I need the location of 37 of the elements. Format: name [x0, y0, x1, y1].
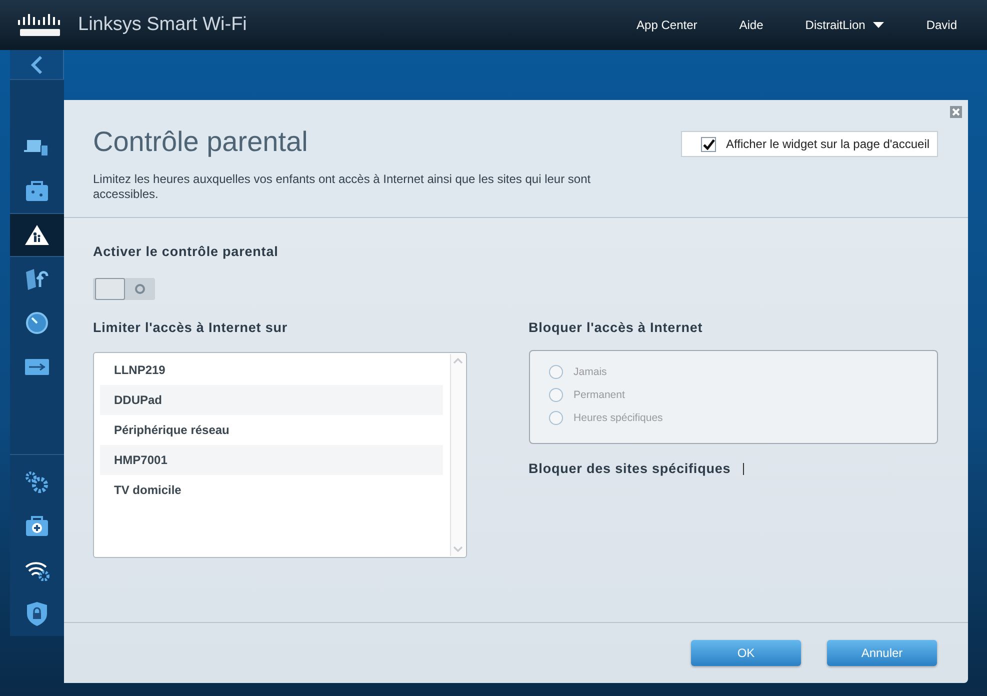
radio-label: Permanent: [574, 389, 625, 401]
laptop-phone-icon: [24, 137, 50, 157]
nav-link[interactable]: App Center: [636, 18, 698, 32]
caret-icon: [873, 22, 884, 28]
toggle-switch[interactable]: [93, 278, 155, 300]
device-item[interactable]: HMP7001: [100, 445, 443, 475]
warning-sign-icon: [24, 224, 50, 246]
section-heading: Bloquer l'accès à Internet: [528, 320, 704, 335]
dialog-description: Limitez les heures auxquelles vos enfants ont accès à Internet ainsi que les sites qui leur sont accessibles.: [93, 172, 592, 202]
close-icon[interactable]: [950, 106, 962, 118]
section-heading: Activer le contrôle parental: [93, 244, 280, 259]
radio-label: Heures spécifiques: [574, 412, 663, 424]
settings-icon: [23, 470, 51, 494]
radio-label: Jamais: [574, 366, 607, 378]
section-heading: Bloquer des sites spécifiques: [528, 461, 731, 476]
shield-lock-icon: [26, 601, 48, 627]
dialog-title: Contrôle parental: [93, 126, 309, 158]
usb-icon: [24, 358, 50, 376]
back-button[interactable]: [10, 50, 64, 79]
checkbox-label: Afficher le widget sur la page d'accueil: [726, 137, 930, 151]
nav-link[interactable]: David: [926, 18, 957, 32]
nav-link[interactable]: Aide: [739, 18, 764, 32]
device-item[interactable]: Périphérique réseau: [100, 415, 443, 445]
section-heading: Limiter l'accès à Internet sur: [93, 320, 289, 335]
text-cursor: [742, 462, 744, 474]
account-dropdown[interactable]: DistraitLion: [805, 18, 884, 32]
checkbox[interactable]: [701, 136, 716, 152]
briefcase-icon: [24, 180, 50, 202]
gauge-icon: [25, 311, 49, 335]
update-arrow-icon: [24, 267, 50, 291]
first-aid-kit-icon: [24, 515, 50, 537]
device-item[interactable]: TV domicile: [100, 475, 443, 505]
device-item[interactable]: LLNP219: [100, 355, 443, 385]
brand-name: Linksys Smart Wi-Fi: [78, 14, 247, 36]
sidebar-item[interactable]: [10, 213, 64, 257]
device-item[interactable]: DDUPad: [100, 385, 443, 415]
wifi-settings-icon: [24, 559, 50, 581]
